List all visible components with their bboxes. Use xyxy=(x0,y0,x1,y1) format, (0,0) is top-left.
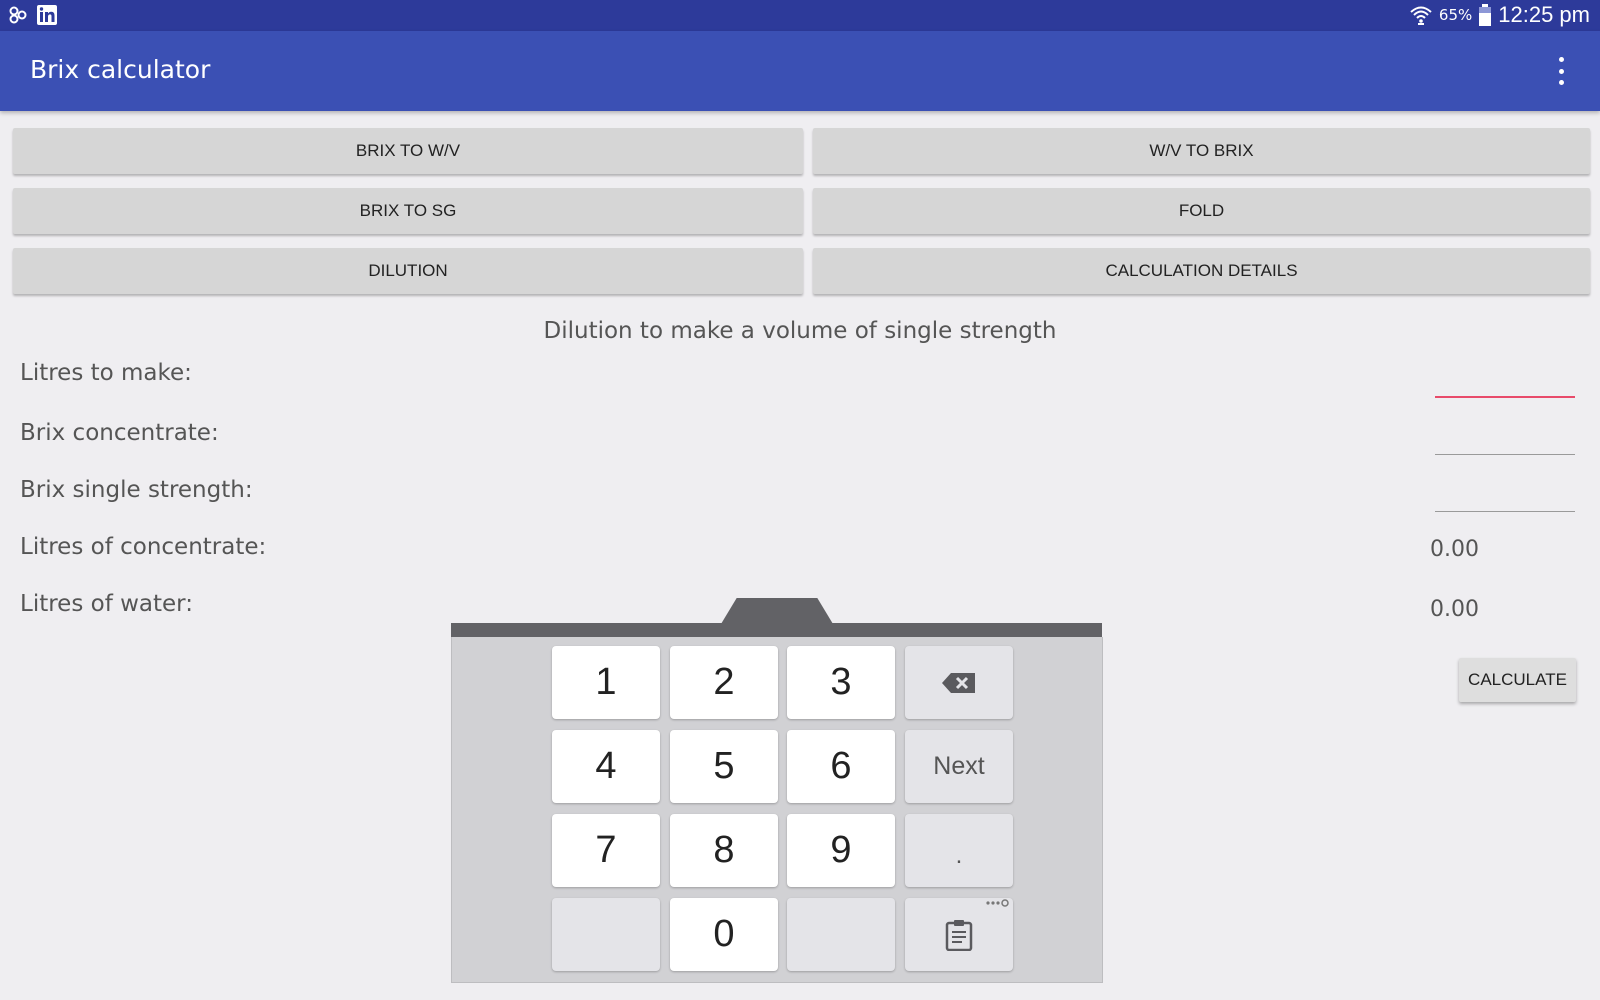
key-9[interactable]: 9 xyxy=(787,814,895,887)
key-5[interactable]: 5 xyxy=(670,730,778,803)
brix-to-sg-button[interactable]: BRIX TO SG xyxy=(13,188,803,234)
brix-single-strength-input[interactable] xyxy=(1435,476,1575,512)
blank-key-right xyxy=(787,898,895,971)
app-bar: Brix calculator xyxy=(0,31,1600,111)
litres-of-concentrate-label: Litres of concentrate: xyxy=(20,534,267,560)
litres-to-make-input[interactable] xyxy=(1435,362,1575,398)
brix-concentrate-input[interactable] xyxy=(1435,419,1575,455)
status-time: 12:25 pm xyxy=(1498,2,1590,27)
backspace-key[interactable] xyxy=(905,646,1013,719)
backspace-icon xyxy=(942,672,975,693)
fold-button[interactable]: FOLD xyxy=(813,188,1590,234)
brix-to-wv-button[interactable]: BRIX TO W/V xyxy=(13,128,803,174)
wv-to-brix-button[interactable]: W/V TO BRIX xyxy=(813,128,1590,174)
app-title: Brix calculator xyxy=(30,55,211,84)
key-8[interactable]: 8 xyxy=(670,814,778,887)
wifi-icon xyxy=(1410,6,1432,25)
litres-of-concentrate-value: 0.00 xyxy=(1430,537,1479,562)
linkedin-icon xyxy=(37,5,57,25)
battery-percent: 65% xyxy=(1438,6,1473,24)
key-6[interactable]: 6 xyxy=(787,730,895,803)
calculate-button[interactable]: CALCULATE xyxy=(1459,658,1576,702)
notification-app-icon xyxy=(9,6,27,24)
brix-concentrate-label: Brix concentrate: xyxy=(20,420,219,446)
keyboard-settings-icon xyxy=(986,899,1009,907)
keyboard-top-bar xyxy=(451,623,1102,637)
key-4[interactable]: 4 xyxy=(552,730,660,803)
brix-single-strength-label: Brix single strength: xyxy=(20,477,253,503)
clipboard-key[interactable] xyxy=(905,898,1013,971)
litres-of-water-value: 0.00 xyxy=(1430,597,1479,622)
overflow-menu-button[interactable] xyxy=(1556,57,1566,85)
key-2[interactable]: 2 xyxy=(670,646,778,719)
key-7[interactable]: 7 xyxy=(552,814,660,887)
section-title: Dilution to make a volume of single stre… xyxy=(543,318,1057,344)
calculation-details-button[interactable]: CALCULATION DETAILS xyxy=(813,248,1590,294)
key-0[interactable]: 0 xyxy=(670,898,778,971)
next-key[interactable]: Next xyxy=(905,730,1013,803)
clipboard-icon xyxy=(945,919,973,951)
keyboard-handle[interactable] xyxy=(721,598,833,624)
litres-to-make-label: Litres to make: xyxy=(20,360,192,386)
litres-of-water-label: Litres of water: xyxy=(20,591,193,617)
key-1[interactable]: 1 xyxy=(552,646,660,719)
status-right: 65% 12:25 pm xyxy=(1409,2,1590,28)
status-left-icons xyxy=(8,4,58,26)
blank-key-left xyxy=(552,898,660,971)
status-bar: 65% 12:25 pm xyxy=(0,0,1600,31)
more-vert-icon xyxy=(1558,57,1564,62)
key-3[interactable]: 3 xyxy=(787,646,895,719)
decimal-key[interactable]: . xyxy=(905,814,1013,887)
battery-icon xyxy=(1479,4,1492,26)
dilution-button[interactable]: DILUTION xyxy=(13,248,803,294)
